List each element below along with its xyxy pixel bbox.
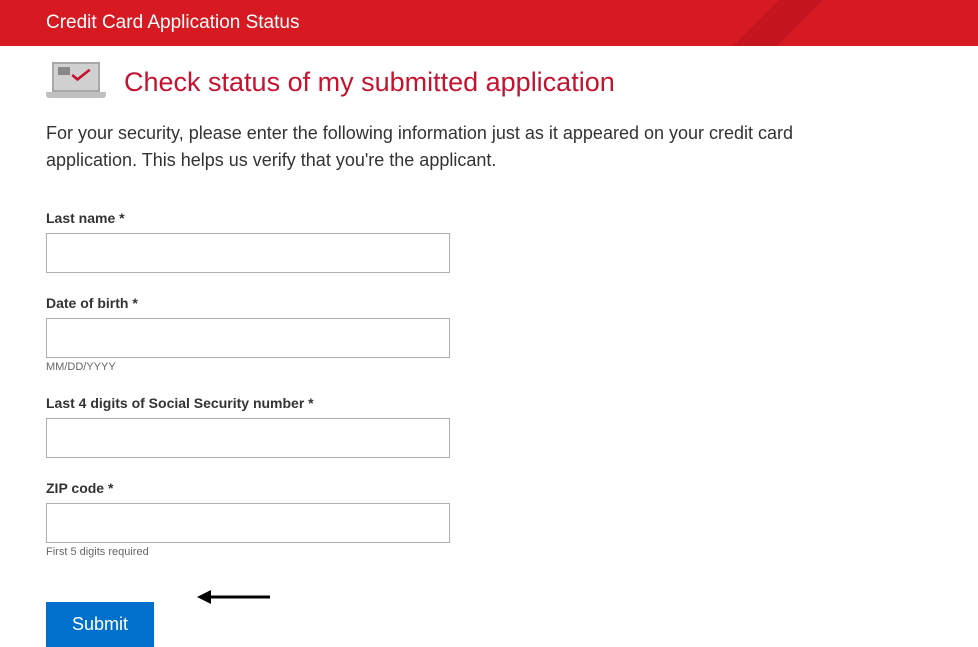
field-dob: Date of birth * MM/DD/YYYY	[46, 295, 932, 373]
field-last-name: Last name *	[46, 210, 932, 273]
header-bar: Credit Card Application Status	[0, 0, 978, 46]
dob-input[interactable]	[46, 318, 450, 358]
zip-hint: First 5 digits required	[46, 546, 932, 558]
page-heading-row: Check status of my submitted application	[46, 62, 932, 102]
status-form: Last name * Date of birth * MM/DD/YYYY L…	[46, 210, 932, 647]
intro-text: For your security, please enter the foll…	[46, 120, 846, 174]
dob-label: Date of birth *	[46, 295, 932, 311]
ssn-input[interactable]	[46, 418, 450, 458]
page-heading: Check status of my submitted application	[124, 67, 615, 98]
submit-button[interactable]: Submit	[46, 602, 154, 647]
last-name-label: Last name *	[46, 210, 932, 226]
zip-input[interactable]	[46, 503, 450, 543]
zip-label: ZIP code *	[46, 480, 932, 496]
main-content: Check status of my submitted application…	[0, 46, 978, 647]
laptop-check-icon	[46, 62, 106, 102]
ssn-label: Last 4 digits of Social Security number …	[46, 395, 932, 411]
dob-hint: MM/DD/YYYY	[46, 361, 932, 373]
last-name-input[interactable]	[46, 233, 450, 273]
header-title: Credit Card Application Status	[46, 12, 299, 34]
field-zip: ZIP code * First 5 digits required	[46, 480, 932, 558]
field-ssn: Last 4 digits of Social Security number …	[46, 395, 932, 458]
